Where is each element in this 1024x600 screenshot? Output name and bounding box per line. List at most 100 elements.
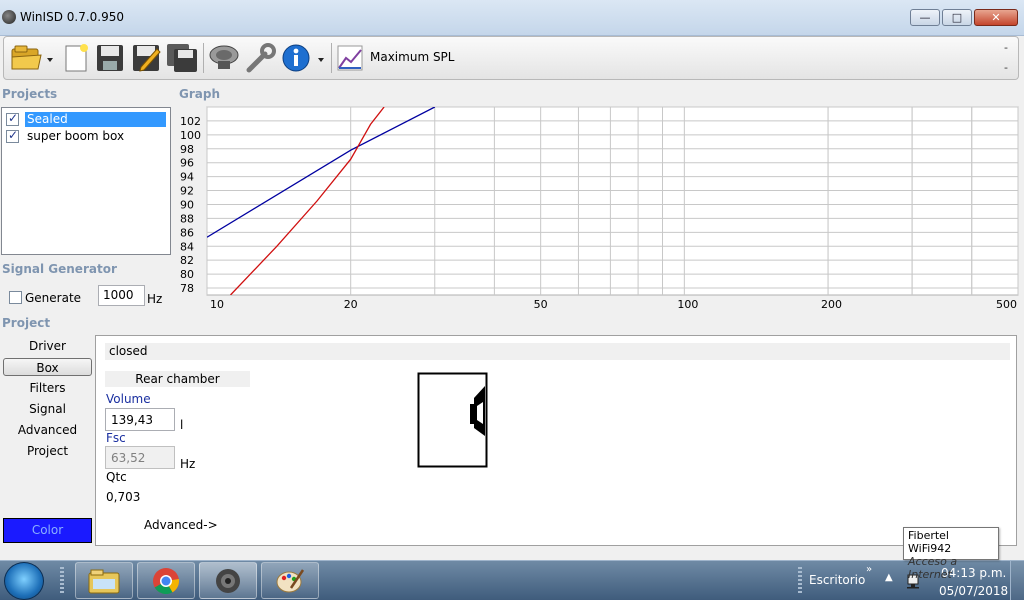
frequency-unit: Hz [147,292,163,306]
taskbar-grip [798,567,802,595]
y-tick-label: 96 [180,157,194,170]
save-as-icon [133,45,161,72]
nav-project[interactable]: Project [3,442,92,460]
volume-label: Volume [106,392,151,406]
toolbar-separator [331,43,332,73]
generate-label: Generate [25,291,82,305]
project-name[interactable]: super boom box [25,129,126,144]
info-button[interactable] [280,41,328,75]
rear-chamber-header: Rear chamber [105,371,250,387]
save-all-icon [167,44,197,72]
volume-unit: l [180,418,184,432]
maximize-button[interactable]: □ [942,9,972,26]
fsc-input[interactable]: 63,52 [105,446,175,469]
driver-icon [209,45,239,69]
x-tick-label: 200 [821,298,842,311]
main-toolbar: Maximum SPL - - [3,36,1019,80]
project-checkbox[interactable] [6,128,19,143]
volume-input[interactable]: 139,43 [105,408,175,431]
network-tooltip: Fibertel WiFi942 Acceso a Internet [903,527,999,581]
x-tick-label: 10 [210,298,224,311]
y-tick-label: 80 [180,268,194,281]
spl-graph[interactable]: 78 80 82 84 86 88 90 92 94 96 98 100 102 10 20 50 100 200… [174,102,1020,314]
toolbar-dash-bottom: - [1004,61,1008,74]
project-section-title: Project [2,316,51,330]
nav-filters[interactable]: Filters [3,379,92,397]
y-tick-label: 82 [180,254,194,267]
paint-icon [276,568,305,592]
graph-type-icon [337,45,363,71]
box-type-selector[interactable]: closed [105,343,1010,360]
nav-driver[interactable]: Driver [3,337,92,355]
project-item[interactable]: Sealed [6,111,168,127]
y-tick-label: 86 [180,226,194,239]
clock-date[interactable]: 05/07/2018 [939,584,1008,598]
save-as-button[interactable] [130,41,162,75]
taskbar-file-explorer[interactable] [75,562,133,599]
winisd-app-icon [2,10,16,24]
frequency-input[interactable]: 1000 [98,285,145,306]
graph-title: Graph [179,87,220,101]
tooltip-network-status: Acceso a Internet [908,555,958,581]
taskbar: Escritorio » ▲ 04:13 p.m. 05/07/2018 [0,560,1024,600]
project-item[interactable]: super boom box [6,128,168,144]
y-tick-label: 102 [180,115,201,128]
y-tick-label: 90 [180,198,194,211]
color-button[interactable]: Color [3,518,92,543]
start-button[interactable] [4,562,44,600]
toolbar-dash-top: - [1004,41,1008,54]
box-panel: closed Rear chamber Volume 139,43 l Fsc … [95,335,1017,546]
desktop-toolbar-label[interactable]: Escritorio [809,573,865,587]
signal-generator-title: Signal Generator [2,262,117,276]
x-tick-label: 100 [677,298,698,311]
show-desktop-button[interactable] [1010,561,1024,600]
chart-svg: 788082848688909294969810010210 20 50 100 200… [180,106,1019,311]
project-name[interactable]: Sealed [25,111,166,127]
toolbar-expand-icon[interactable]: » [866,564,872,575]
projects-title: Projects [2,87,58,101]
taskbar-grip [60,567,64,595]
y-tick-label: 92 [180,185,194,198]
taskbar-winisd[interactable] [199,562,257,599]
chrome-icon [153,567,180,594]
y-tick-label: 78 [180,282,194,295]
minimize-button[interactable]: — [910,9,940,26]
sealed-box-diagram-icon [417,372,488,468]
x-tick-label: 50 [534,298,548,311]
qtc-value: 0,703 [106,490,141,504]
driver-button[interactable] [207,41,241,75]
y-tick-label: 98 [180,143,194,156]
new-project-icon [65,44,88,72]
tools-button[interactable] [244,41,278,75]
tools-icon [246,43,276,73]
taskbar-chrome[interactable] [137,562,195,599]
window-title: WinISD 0.7.0.950 [20,10,125,24]
y-tick-label: 84 [180,240,194,253]
y-tick-label: 88 [180,212,194,225]
open-button[interactable] [8,41,56,75]
project-checkbox[interactable] [6,111,19,126]
save-all-button[interactable] [166,41,198,75]
fsc-label: Fsc [106,431,126,445]
y-tick-label: 100 [180,129,201,142]
generate-checkbox[interactable] [9,291,22,304]
close-button[interactable]: ✕ [974,9,1018,26]
save-button[interactable] [94,41,126,75]
tooltip-network-name: Fibertel WiFi942 [908,529,952,555]
graph-type-button[interactable] [335,41,365,75]
taskbar-paint[interactable] [261,562,319,599]
projects-list[interactable]: Sealed super boom box [1,107,171,255]
save-icon [97,45,123,71]
new-project-button[interactable] [60,41,92,75]
nav-advanced[interactable]: Advanced [3,421,92,439]
nav-signal[interactable]: Signal [3,400,92,418]
info-icon [282,44,324,72]
show-hidden-icons-icon[interactable]: ▲ [885,572,893,583]
title-bar: WinISD 0.7.0.950 — □ ✕ [0,0,1024,36]
x-tick-label: 20 [344,298,358,311]
fsc-unit: Hz [180,457,196,471]
graph-type-label[interactable]: Maximum SPL [370,50,454,64]
nav-box[interactable]: Box [3,358,92,376]
advanced-link[interactable]: Advanced-> [144,518,218,532]
y-tick-label: 94 [180,171,194,184]
